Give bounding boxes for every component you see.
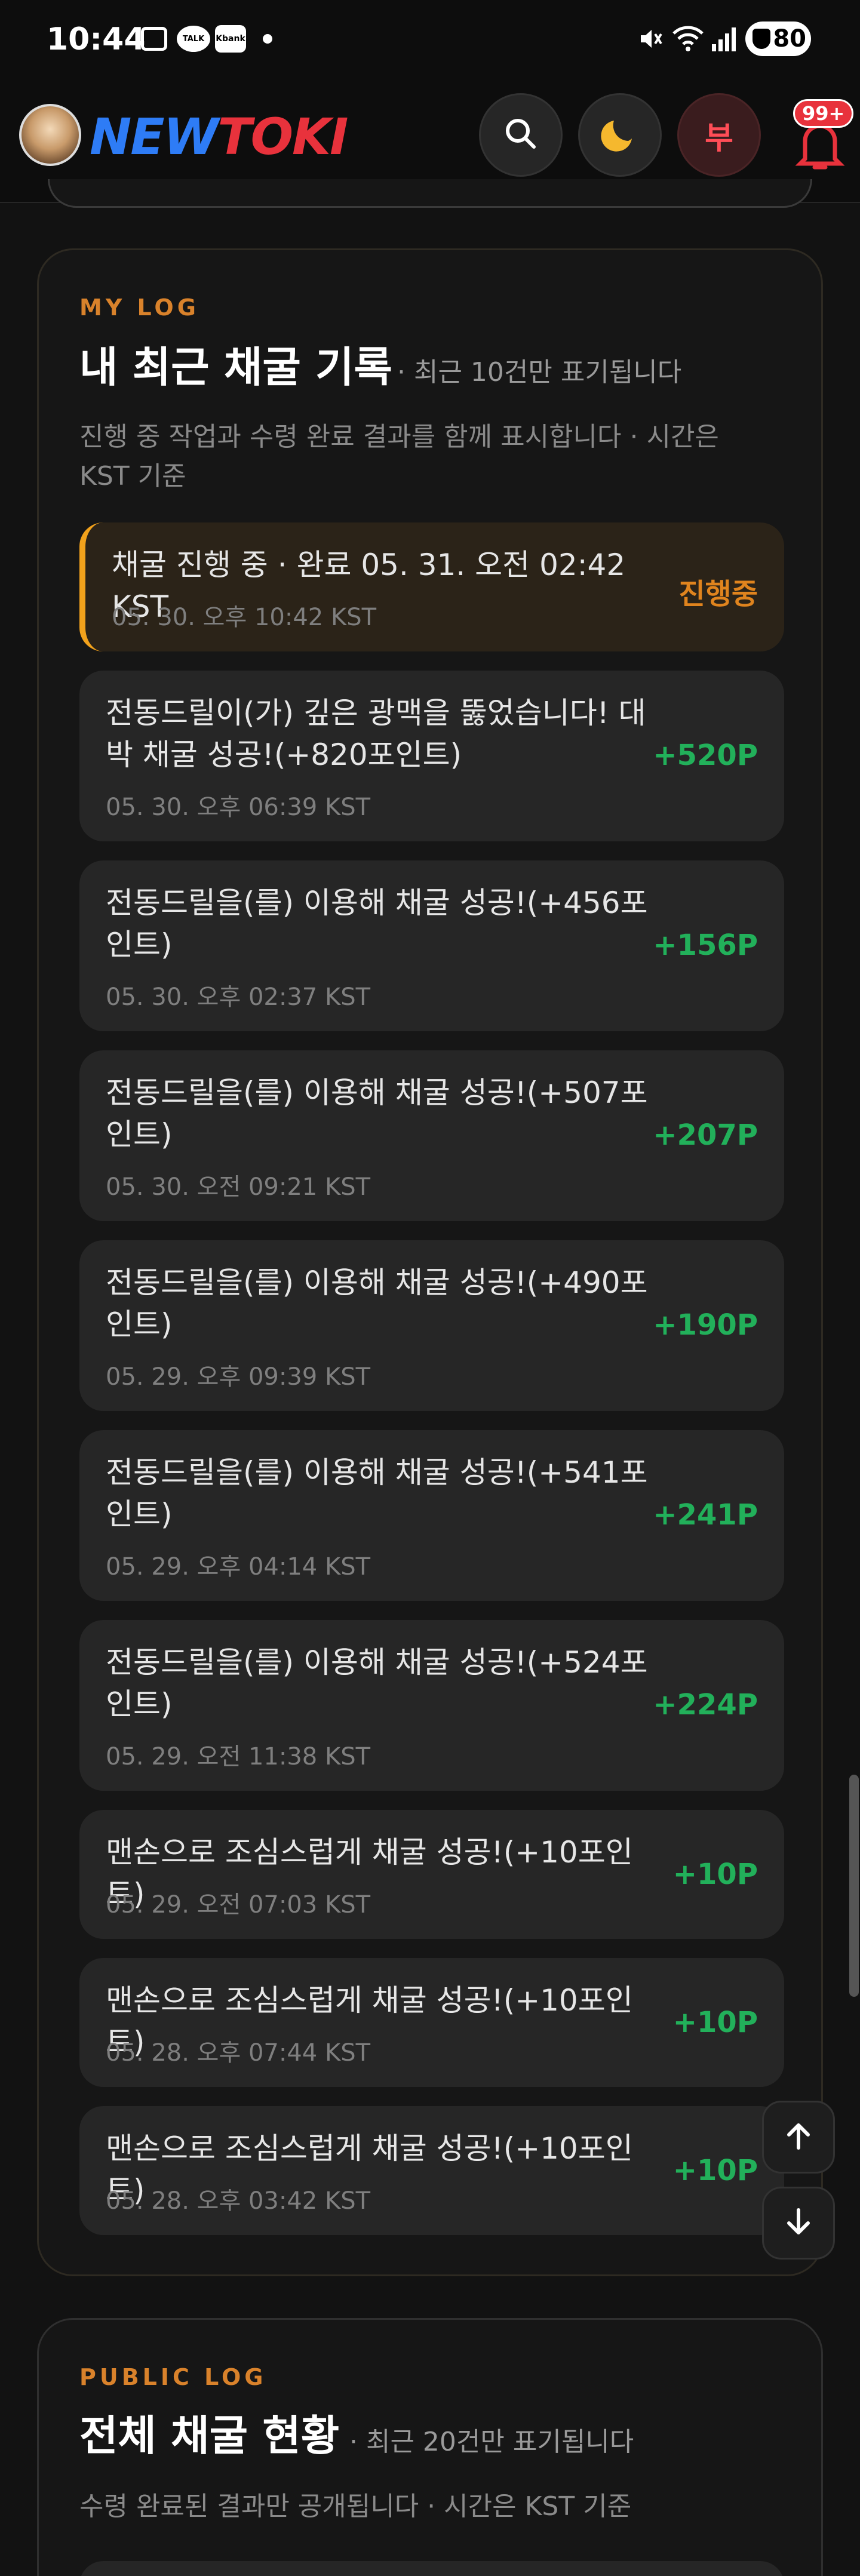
log-item-points: +10P <box>672 2154 758 2187</box>
my-log-card: MY LOG 내 최근 채굴 기록 · 최근 10건만 표기됩니다 진행 중 작… <box>37 248 823 2276</box>
log-item-text: 전동드릴을(를) 이용해 채굴 성공!(+524포인트) <box>106 1645 648 1722</box>
log-item[interactable]: 전동드릴을(를) 이용해 채굴 성공!(+490포인트) 05. 29. 오후 … <box>79 1240 784 1411</box>
log-item-text: 전동드릴이(가) 깊은 광맥을 뚫었습니다! 대박 채굴 성공!(+820포인트… <box>106 696 646 772</box>
logo-avatar[interactable] <box>19 104 81 166</box>
user-avatar-button[interactable]: 부 <box>677 93 761 177</box>
my-log-title: 내 최근 채굴 기록 <box>79 343 392 392</box>
log-item[interactable]: 전동드릴이(가) 깊은 광맥을 뚫었습니다! 대박 채굴 성공!(+820포인트… <box>79 671 784 841</box>
log-item-time: 05. 28. 오후 07:44 KST <box>106 2039 371 2067</box>
avatar-label: 부 <box>705 120 733 156</box>
log-item[interactable]: 맨손으로 조심스럽게 채굴 성공!(+10포인트) 05. 29. 오전 07:… <box>79 1810 784 1939</box>
talk-icon: TALK <box>177 25 210 53</box>
public-log-title: 전체 채굴 현황 <box>79 2411 340 2460</box>
log-item-time: 05. 30. 오후 02:37 KST <box>106 983 371 1011</box>
log-item-points: +190P <box>653 1308 758 1342</box>
talk-label: TALK <box>177 26 210 52</box>
mute-icon <box>635 25 665 53</box>
log-item-active[interactable]: 채굴 진행 중 · 완료 05. 31. 오전 02:42 KST 05. 30… <box>79 522 784 651</box>
previous-card-edge <box>48 179 812 208</box>
logo-part-toki: TOKI <box>217 107 348 166</box>
public-log-subtitle: · 최근 20건만 표기됩니다 <box>349 2427 634 2457</box>
status-time: 10:44 <box>47 21 146 57</box>
log-item-points: +520P <box>653 739 758 772</box>
log-item-points: +10P <box>672 2006 758 2039</box>
dot-icon <box>263 25 272 53</box>
arrow-down-icon <box>781 2204 816 2242</box>
log-item-text: 전동드릴을(를) 이용해 채굴 성공!(+490포인트) <box>106 1265 648 1342</box>
log-item[interactable]: 맨손으로 조심스럽게 채굴 성공!(+10포인트) 05. 28. 오후 07:… <box>79 1958 784 2087</box>
log-item[interactable]: 전동드릴을(를) 이용해 채굴 성공!(+507포인트) 05. 30. 오전 … <box>79 1050 784 1221</box>
log-item-text: 전동드릴을(를) 이용해 채굴 성공!(+456포인트) <box>106 886 648 962</box>
search-icon <box>502 115 540 155</box>
notification-badge: 99+ <box>793 99 854 128</box>
log-item-time: 05. 30. 오후 10:42 KST <box>112 604 377 631</box>
my-log-subtitle: · 최근 10건만 표기됩니다 <box>397 357 682 388</box>
public-log-card: PUBLIC LOG 전체 채굴 현황 · 최근 20건만 표기됩니다 수령 완… <box>37 2318 823 2576</box>
page-scrollbar[interactable] <box>849 1775 859 1997</box>
wifi-icon <box>671 25 705 53</box>
screenshot-icon <box>141 25 167 53</box>
status-badge: 진행중 <box>678 577 758 611</box>
log-item-time: 05. 29. 오전 11:38 KST <box>106 1743 371 1770</box>
scroll-top-button[interactable] <box>762 2101 835 2174</box>
signal-icon <box>711 25 738 53</box>
log-item[interactable]: 전동드릴을(를) 이용해 채굴 성공!(+541포인트) 05. 29. 오후 … <box>79 1430 784 1601</box>
scroll-bottom-button[interactable] <box>762 2187 835 2260</box>
kbank-label: Kbank <box>215 25 246 53</box>
log-item-time: 05. 30. 오전 09:21 KST <box>106 1173 371 1201</box>
log-item-points: +241P <box>653 1498 758 1532</box>
bell-icon <box>787 124 853 176</box>
my-log-eyebrow: MY LOG <box>79 294 199 321</box>
log-item[interactable]: 전동드릴을(를) 이용해 채굴 성공!(+456포인트) 05. 30. 오후 … <box>79 860 784 1031</box>
log-item-points: +207P <box>653 1118 758 1152</box>
log-item[interactable]: 전동드릴을(를) 이용해 채굴 성공!(+524포인트) 05. 29. 오전 … <box>79 1620 784 1791</box>
log-item-time: 05. 29. 오후 09:39 KST <box>106 1363 371 1391</box>
site-logo[interactable]: NEWTOKI <box>90 107 348 166</box>
public-log-description: 수령 완료된 결과만 공개됩니다 · 시간은 KST 기준 <box>79 2491 632 2522</box>
log-item-time: 05. 30. 오후 06:39 KST <box>106 794 371 821</box>
logo-part-new: NEW <box>90 107 219 166</box>
arrow-up-icon <box>781 2118 816 2156</box>
log-item-points: +10P <box>672 1858 758 1891</box>
public-log-eyebrow: PUBLIC LOG <box>79 2364 267 2390</box>
search-button[interactable] <box>479 93 563 177</box>
log-item[interactable]: 맨손으로 조심스럽게 채굴 성공!(+10포인트) 05. 28. 오후 03:… <box>79 2106 784 2235</box>
list-item[interactable] <box>79 2561 784 2576</box>
battery-indicator: 80 <box>745 21 811 56</box>
log-item-points: +156P <box>653 929 758 962</box>
kbank-icon: Kbank <box>215 25 246 53</box>
log-item-text: 전동드릴을(를) 이용해 채굴 성공!(+541포인트) <box>106 1455 648 1532</box>
moon-icon <box>598 112 641 158</box>
log-item-time: 05. 29. 오전 07:03 KST <box>106 1891 371 1919</box>
log-item-text: 전동드릴을(를) 이용해 채굴 성공!(+507포인트) <box>106 1075 648 1152</box>
log-item-time: 05. 28. 오후 03:42 KST <box>106 2187 371 2215</box>
battery-level: 80 <box>773 25 806 53</box>
status-bar: 10:44 TALK Kbank 80 <box>0 0 860 84</box>
my-log-description: 진행 중 작업과 수령 완료 결과를 함께 표시합니다 · 시간은 KST 기준 <box>79 422 719 491</box>
log-item-time: 05. 29. 오후 04:14 KST <box>106 1553 371 1581</box>
shield-icon <box>752 29 770 49</box>
theme-toggle-button[interactable] <box>578 93 662 177</box>
log-item-points: +224P <box>653 1688 758 1722</box>
